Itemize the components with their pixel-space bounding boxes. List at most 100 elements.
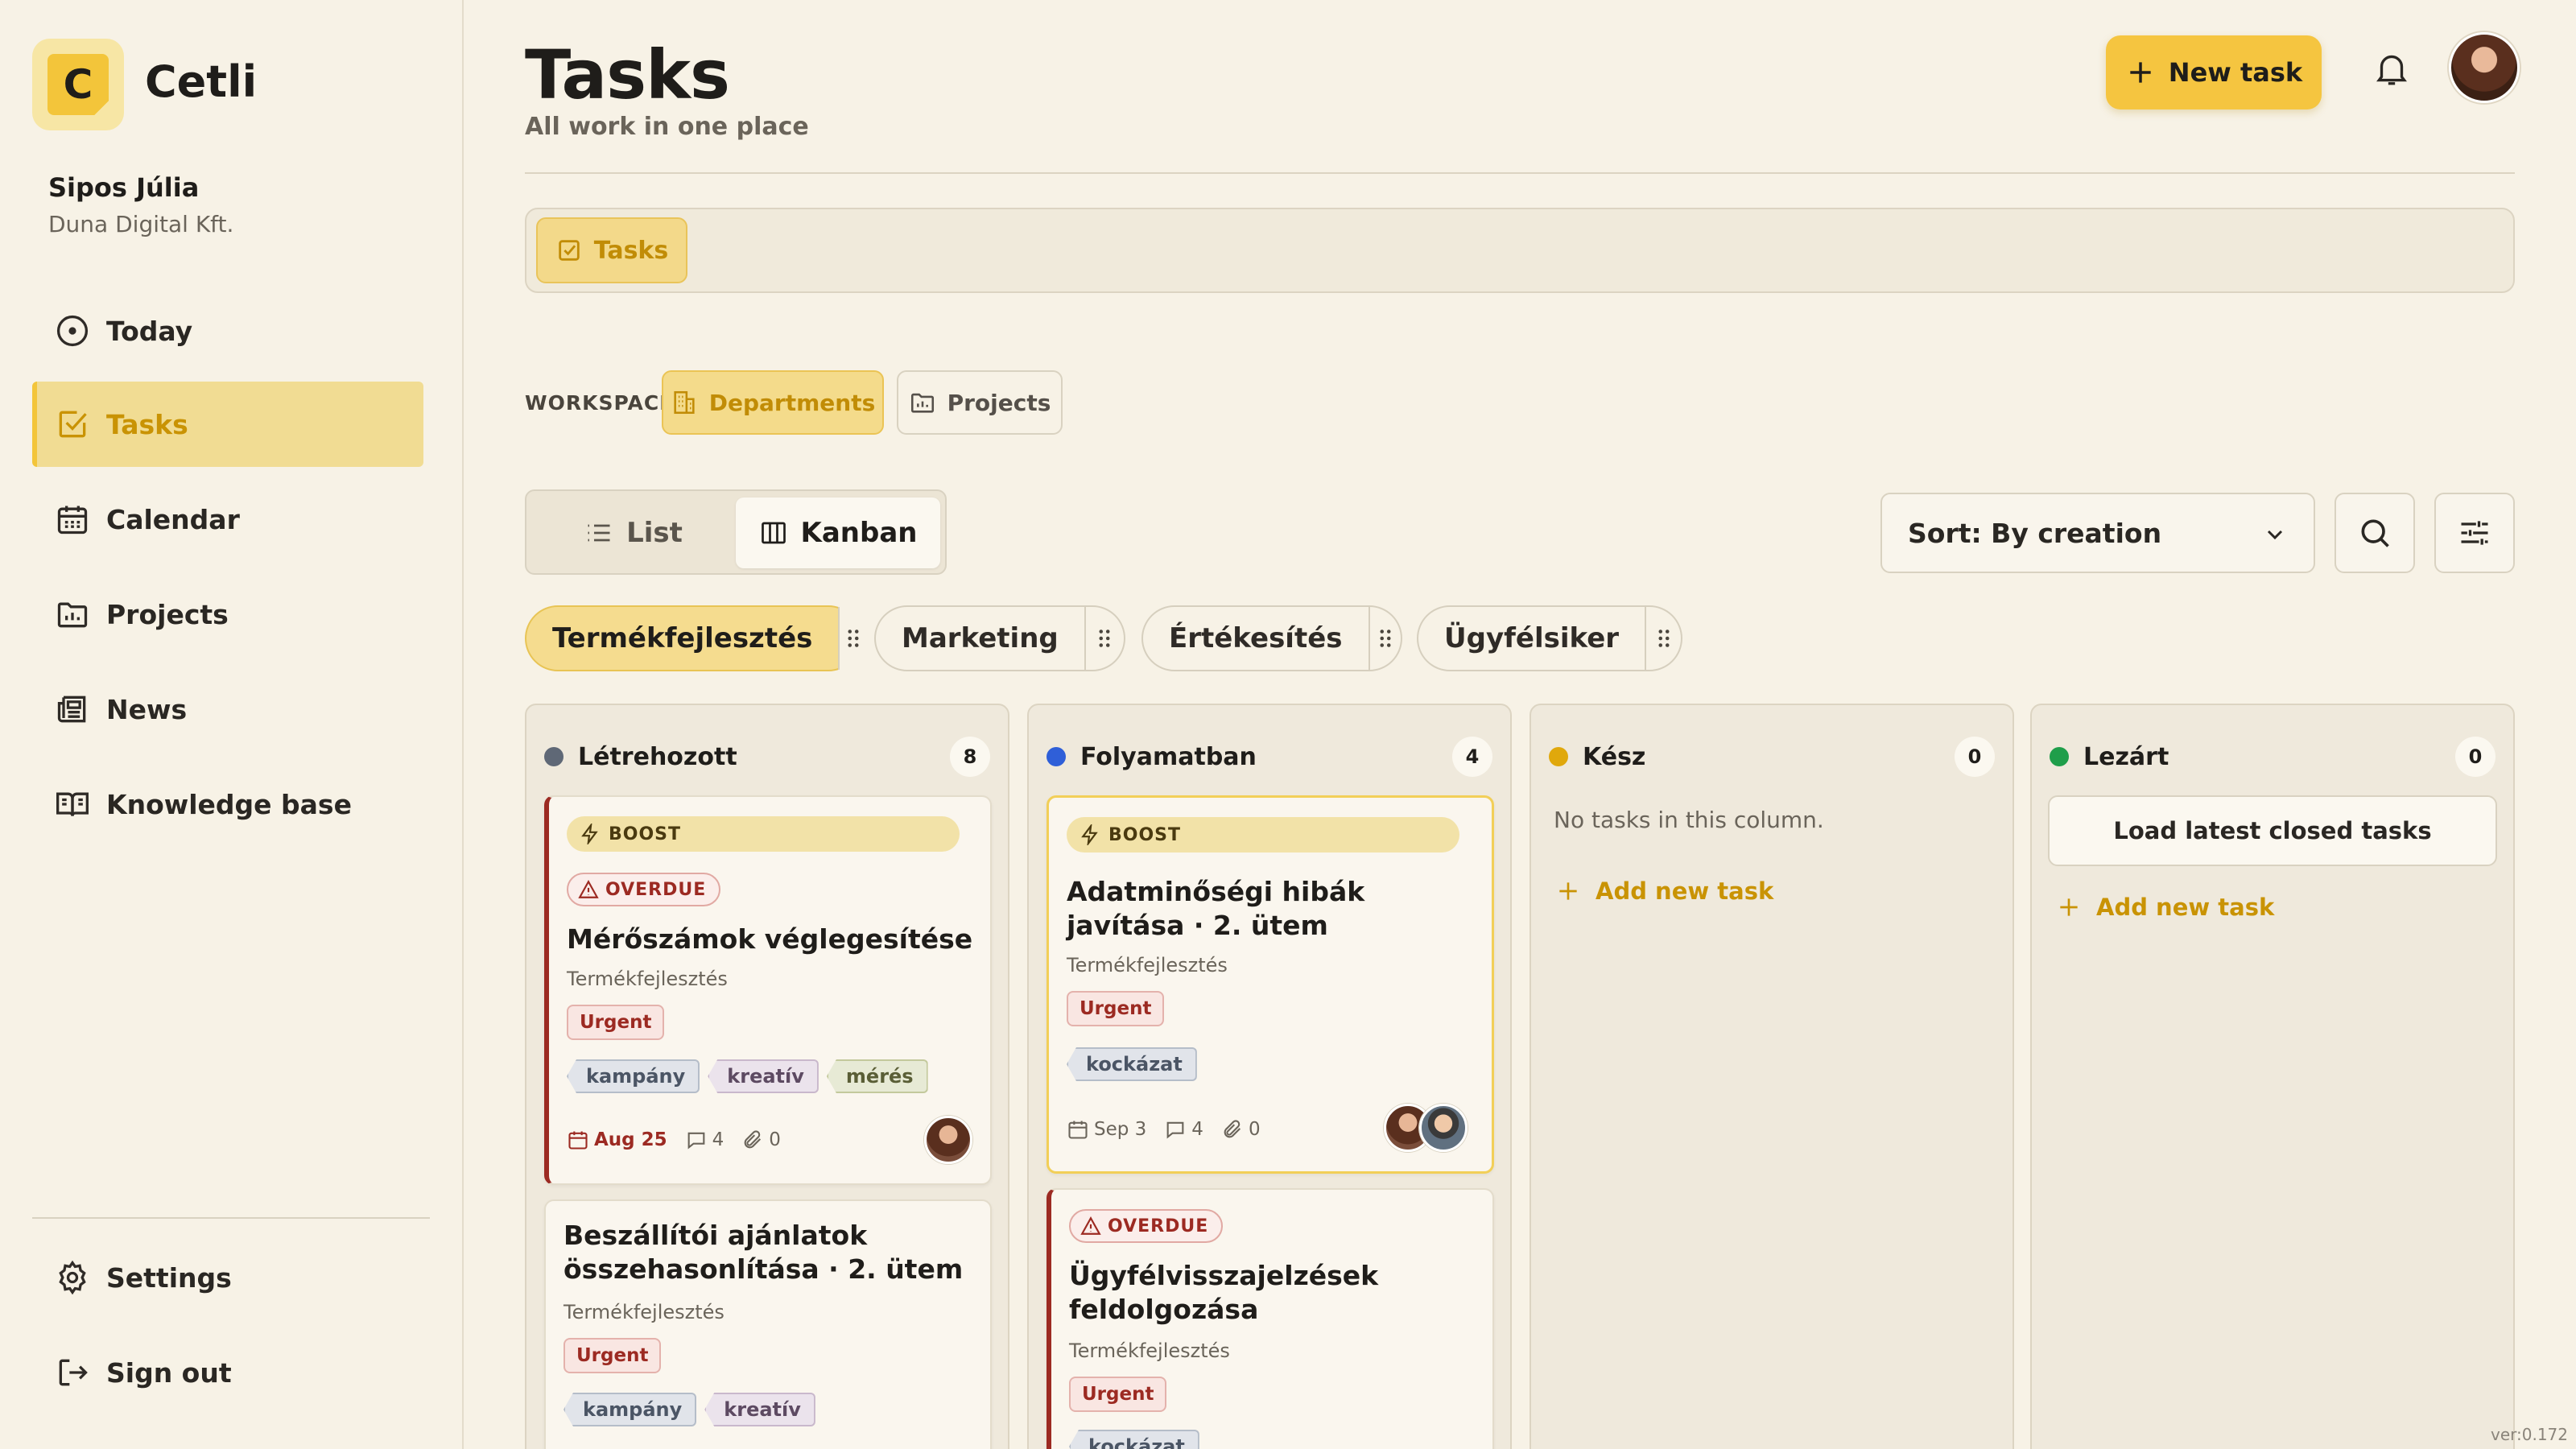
task-card[interactable]: BOOST OVERDUE Mérőszámok véglegesítése T…	[544, 795, 992, 1185]
view-list-button[interactable]: List	[535, 497, 733, 568]
workspace-departments-button[interactable]: Departments	[662, 370, 884, 435]
column-count: 4	[1452, 737, 1492, 777]
sidebar-item-news[interactable]: News	[32, 667, 423, 752]
column-count: 8	[950, 737, 990, 777]
overdue-label: OVERDUE	[1108, 1216, 1209, 1236]
search-icon	[2357, 515, 2392, 551]
sidebar-item-tasks[interactable]: Tasks	[32, 382, 423, 467]
task-title: Ügyfélvisszajelzések feldolgozása	[1069, 1260, 1379, 1325]
attachment-count: 0	[1248, 1119, 1261, 1140]
user-name: Sipos Júlia	[48, 172, 200, 203]
sidebar-divider	[32, 1217, 430, 1219]
warning-icon	[578, 879, 599, 900]
sidebar-item-calendar[interactable]: Calendar	[32, 477, 423, 562]
status-dot	[2050, 747, 2069, 766]
tag-list: kockázat	[1069, 1430, 1199, 1449]
kanban-column-kesz: Kész 0 No tasks in this column. Add new …	[1530, 704, 2014, 1449]
sidebar-item-knowledge-base[interactable]: Knowledge base	[32, 762, 423, 847]
sidebar-item-label: News	[106, 693, 188, 725]
newspaper-icon	[55, 691, 90, 727]
tag-list: kampány kreatív mérés	[567, 1059, 928, 1093]
view-kanban-button[interactable]: Kanban	[736, 497, 940, 568]
clock-icon	[55, 313, 90, 349]
tag: kockázat	[1067, 1047, 1197, 1081]
header-divider	[525, 172, 2515, 174]
sidebar-item-settings[interactable]: Settings	[32, 1235, 423, 1320]
boost-badge: BOOST	[567, 816, 960, 852]
column-count: 0	[2455, 737, 2496, 777]
department-tab-ugyfelsiker[interactable]: Ügyfélsiker	[1417, 605, 1682, 671]
drag-handle[interactable]	[1645, 607, 1681, 670]
drag-handle[interactable]	[838, 607, 868, 670]
workspace-option-label: Departments	[708, 389, 876, 416]
boost-label: BOOST	[1108, 824, 1182, 845]
sidebar-item-label: Sign out	[106, 1356, 232, 1389]
logo-letter: C	[47, 54, 109, 115]
tag-list: kampány kreatív	[564, 1393, 815, 1426]
task-department: Termékfejlesztés	[1069, 1340, 1230, 1362]
workspace-option-label: Projects	[947, 389, 1051, 416]
plus-icon	[1555, 878, 1581, 904]
app-logo[interactable]: C	[32, 39, 124, 130]
add-new-task-button[interactable]: Add new task	[1555, 877, 1773, 905]
tab-label: Tasks	[593, 236, 669, 265]
load-closed-tasks-button[interactable]: Load latest closed tasks	[2048, 795, 2497, 866]
tab-tasks[interactable]: Tasks	[536, 217, 687, 283]
folder-chart-icon	[55, 597, 90, 632]
overdue-badge: OVERDUE	[567, 873, 721, 906]
filter-button[interactable]	[2434, 493, 2515, 573]
column-title: Folyamatban	[1080, 742, 1257, 771]
grip-icon	[1091, 625, 1118, 652]
task-card[interactable]: Beszállítói ajánlatok összehasonlítása ·…	[544, 1199, 992, 1449]
column-count: 0	[1955, 737, 1995, 777]
task-title: Adatminőségi hibák javítása · 2. ütem	[1067, 876, 1365, 941]
department-tab-label: Marketing	[902, 622, 1059, 654]
bell-icon[interactable]	[2372, 48, 2412, 89]
plus-icon	[2056, 894, 2082, 920]
priority-badge: Urgent	[1069, 1377, 1167, 1412]
user-avatar[interactable]	[2449, 32, 2520, 103]
sidebar-item-projects[interactable]: Projects	[32, 572, 423, 657]
calendar-icon	[567, 1129, 589, 1151]
sidebar-item-today[interactable]: Today	[32, 288, 423, 374]
building-icon	[671, 389, 698, 416]
department-tab-marketing[interactable]: Marketing	[874, 605, 1125, 671]
status-dot	[1046, 747, 1066, 766]
department-tab-label: Ügyfélsiker	[1444, 622, 1620, 654]
task-card[interactable]: OVERDUE Ügyfélvisszajelzések feldolgozás…	[1046, 1188, 1494, 1449]
lightning-icon	[1080, 824, 1100, 845]
assignee-avatar[interactable]	[1419, 1104, 1468, 1152]
column-title: Létrehozott	[578, 742, 737, 771]
paperclip-icon	[1221, 1118, 1244, 1141]
due-date: Aug 25	[594, 1129, 667, 1150]
tag-list: kockázat	[1067, 1047, 1197, 1081]
checkbox-icon	[555, 237, 583, 264]
department-tab-ertekesites[interactable]: Értékesítés	[1141, 605, 1402, 671]
add-new-task-button[interactable]: Add new task	[2056, 894, 2274, 921]
sidebar-item-label: Calendar	[106, 503, 240, 535]
view-toggle: List Kanban	[525, 489, 947, 575]
drag-handle[interactable]	[1084, 607, 1124, 670]
sort-select[interactable]: Sort: By creation	[1880, 493, 2315, 573]
lightning-icon	[580, 824, 601, 844]
sidebar-item-label: Settings	[106, 1261, 232, 1294]
column-header: Kész 0	[1549, 734, 1995, 779]
drag-handle[interactable]	[1368, 607, 1401, 670]
new-task-button[interactable]: New task	[2106, 35, 2322, 109]
sidebar-item-sign-out[interactable]: Sign out	[32, 1330, 423, 1415]
overdue-label: OVERDUE	[605, 879, 707, 900]
task-department: Termékfejlesztés	[564, 1301, 724, 1323]
version-label: ver:0.172	[2490, 1425, 2568, 1444]
search-button[interactable]	[2334, 493, 2415, 573]
view-label: List	[626, 517, 683, 549]
task-title: Mérőszámok véglegesítése	[567, 923, 973, 955]
assignee-avatar[interactable]	[924, 1116, 972, 1164]
tag: kampány	[567, 1059, 700, 1093]
gear-icon	[55, 1260, 90, 1295]
add-task-label: Add new task	[1596, 877, 1774, 905]
task-card[interactable]: BOOST Adatminőségi hibák javítása · 2. ü…	[1046, 795, 1494, 1174]
department-tab-termekfejlesztes[interactable]: Termékfejlesztés	[525, 605, 868, 671]
sidebar-item-label: Knowledge base	[106, 788, 352, 820]
workspace-projects-button[interactable]: Projects	[897, 370, 1063, 435]
calendar-icon	[55, 502, 90, 537]
